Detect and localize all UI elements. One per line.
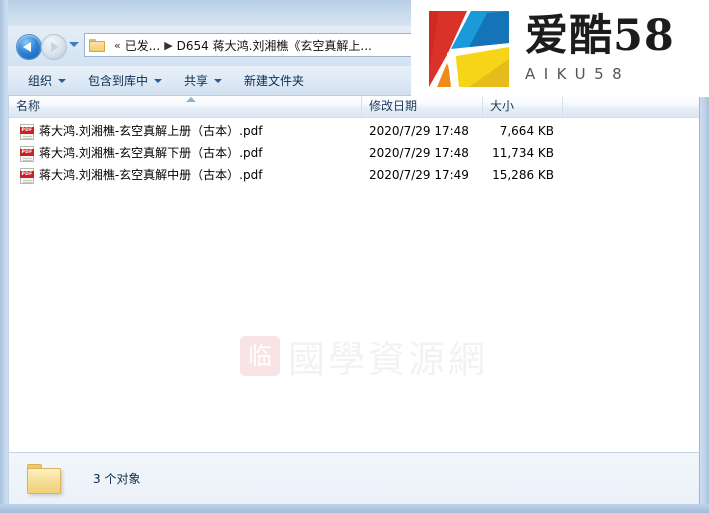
file-date-cell: 2020/7/29 17:48 (369, 146, 469, 160)
status-bar: 3 个对象 (8, 452, 700, 504)
aiku58-logo-text: 爱酷58 AIKU58 (525, 11, 675, 83)
breadcrumb-current[interactable]: D654 蒋大鸿.刘湘樵《玄空真解上... (177, 37, 372, 54)
watermark-text: 國學資源網 (288, 338, 488, 381)
chevron-down-icon (58, 78, 67, 83)
breadcrumb-separator-icon[interactable]: ▶ (164, 39, 172, 52)
column-header-label: 名称 (16, 99, 41, 113)
file-size-cell: 7,664 KB (499, 124, 554, 138)
site-watermark: 临 國學資源網 (240, 329, 488, 383)
table-row[interactable]: PDF 蒋大鸿.刘湘樵-玄空真解下册（古本）.pdf 2020/7/29 17:… (9, 144, 699, 163)
back-button[interactable] (16, 34, 42, 60)
recent-locations-chevron-down-icon[interactable] (69, 42, 79, 47)
file-list-panel: 名称 修改日期 大小 PDF 蒋大鸿.刘湘樵-玄空真解上册（古本）.pdf 20… (8, 96, 700, 452)
watermark-logo-icon: 临 (240, 336, 280, 376)
pdf-file-icon: PDF (20, 123, 34, 140)
file-name-label: 蒋大鸿.刘湘樵-玄空真解下册（古本）.pdf (39, 146, 263, 160)
file-name-label: 蒋大鸿.刘湘樵-玄空真解上册（古本）.pdf (39, 124, 263, 138)
column-header-row: 名称 修改日期 大小 (9, 96, 699, 118)
chevron-down-icon (214, 78, 223, 83)
logo-english-title: AIKU58 (525, 64, 631, 83)
aiku58-logo-overlay: 爱酷58 AIKU58 (411, 0, 709, 97)
toolbar-item-label: 新建文件夹 (244, 74, 305, 88)
file-size-cell: 11,734 KB (492, 146, 554, 160)
window-bottom-border (0, 504, 709, 513)
sort-ascending-icon (186, 97, 196, 102)
folder-icon (89, 38, 105, 52)
logo-chinese-title: 爱酷58 (525, 11, 675, 62)
file-name-cell[interactable]: PDF 蒋大鸿.刘湘樵-玄空真解上册（古本）.pdf (9, 122, 262, 141)
toolbar-item-label: 包含到库中 (88, 74, 149, 88)
breadcrumb-overflow[interactable]: « (114, 39, 121, 52)
pdf-file-icon: PDF (20, 145, 34, 162)
file-size-cell: 15,286 KB (492, 168, 554, 182)
toolbar-item-label: 共享 (184, 74, 209, 88)
column-header-label: 修改日期 (369, 99, 418, 113)
toolbar-item-organize[interactable]: 组织 (20, 69, 74, 92)
window-left-border (0, 0, 8, 513)
table-row[interactable]: PDF 蒋大鸿.刘湘樵-玄空真解中册（古本）.pdf 2020/7/29 17:… (9, 166, 699, 185)
forward-button[interactable] (41, 34, 67, 60)
file-date-cell: 2020/7/29 17:49 (369, 168, 469, 182)
column-header-spacer (563, 96, 699, 117)
aiku58-k-logo-icon (425, 8, 513, 89)
pdf-file-icon: PDF (20, 167, 34, 184)
file-name-label: 蒋大鸿.刘湘樵-玄空真解中册（古本）.pdf (39, 168, 263, 182)
file-date-cell: 2020/7/29 17:48 (369, 124, 469, 138)
column-header-date-modified[interactable]: 修改日期 (362, 96, 483, 117)
toolbar-item-include-in-library[interactable]: 包含到库中 (80, 69, 170, 92)
toolbar-item-share[interactable]: 共享 (176, 69, 230, 92)
chevron-down-icon (154, 78, 163, 83)
toolbar-item-new-folder[interactable]: 新建文件夹 (236, 69, 312, 92)
toolbar-item-label: 组织 (28, 74, 53, 88)
breadcrumb-parent[interactable]: 已发... (125, 37, 160, 54)
file-name-cell[interactable]: PDF 蒋大鸿.刘湘樵-玄空真解下册（古本）.pdf (9, 144, 262, 163)
table-row[interactable]: PDF 蒋大鸿.刘湘樵-玄空真解上册（古本）.pdf 2020/7/29 17:… (9, 122, 699, 141)
status-bar-text: 3 个对象 (93, 472, 141, 486)
file-name-cell[interactable]: PDF 蒋大鸿.刘湘樵-玄空真解中册（古本）.pdf (9, 166, 262, 185)
folder-icon (27, 463, 63, 494)
column-header-label: 大小 (490, 99, 515, 113)
column-header-size[interactable]: 大小 (483, 96, 563, 117)
